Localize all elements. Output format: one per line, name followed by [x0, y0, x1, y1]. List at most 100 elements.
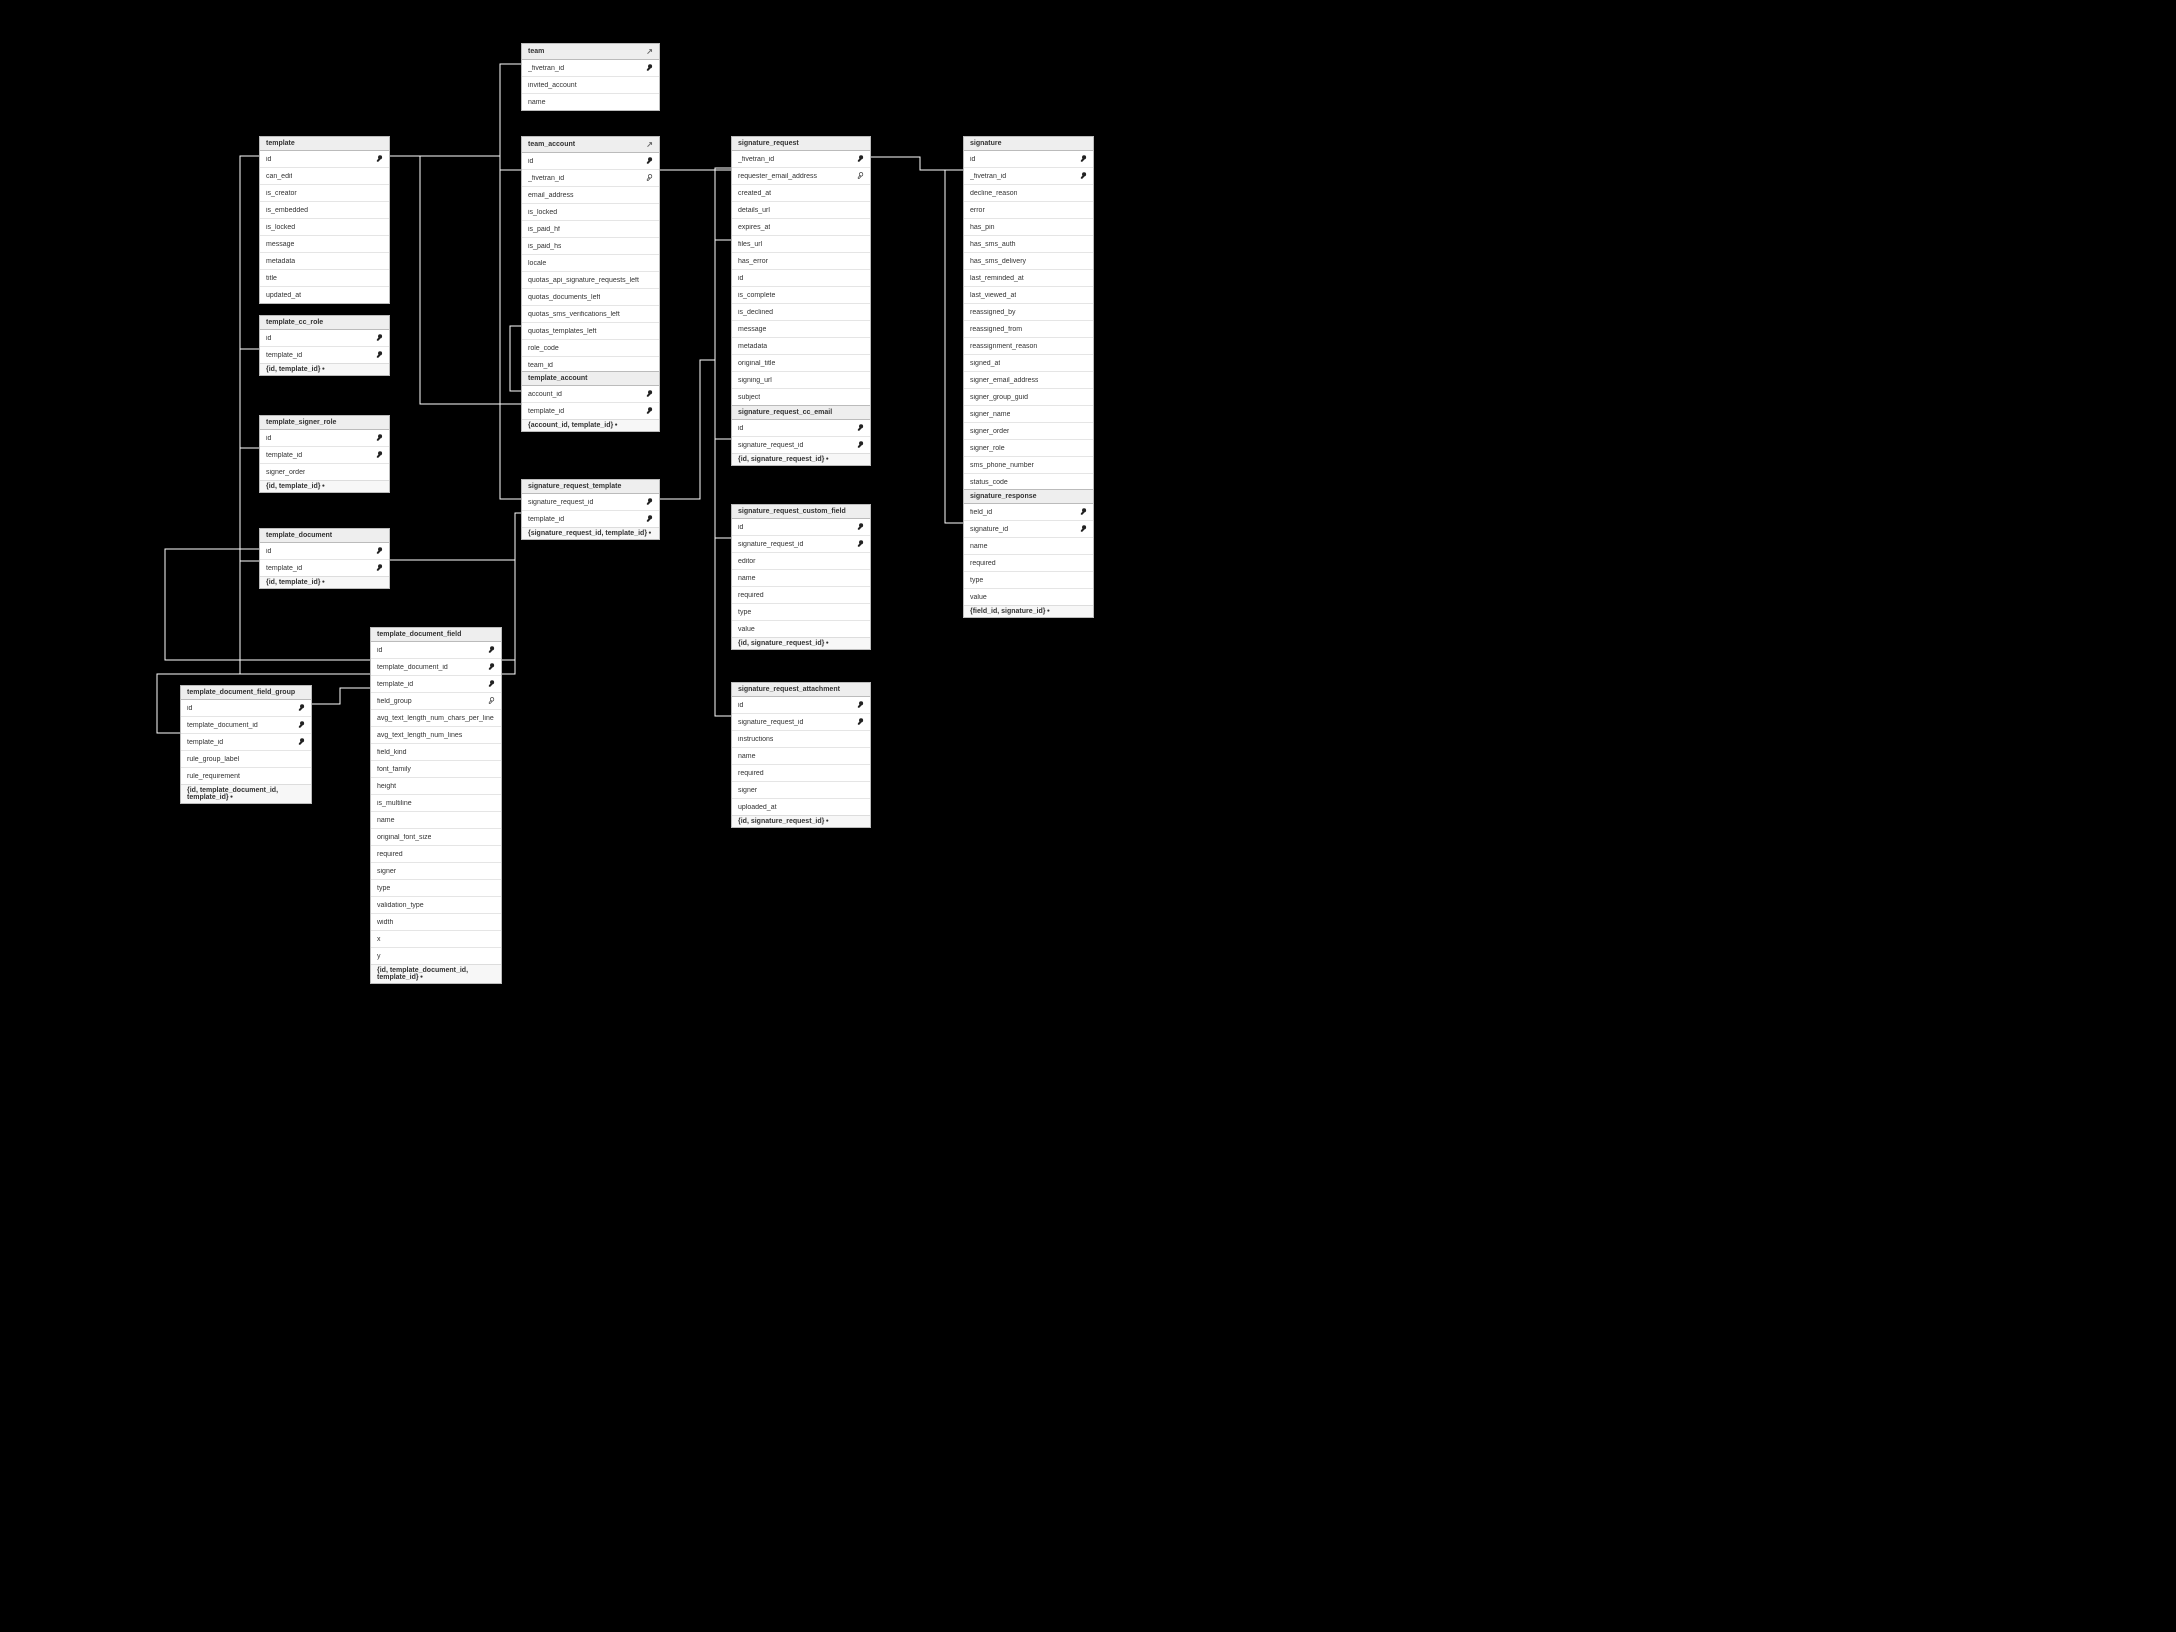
field-row: expires_at — [732, 219, 870, 236]
entity-template-document-field[interactable]: template_document_field idtemplate_docum… — [370, 627, 502, 984]
field-name: template_id — [528, 516, 564, 523]
field-row: id — [732, 697, 870, 714]
field-row: is_locked — [260, 219, 389, 236]
field-row: is_declined — [732, 304, 870, 321]
entity-signature-request-attachment[interactable]: signature_request_attachment idsignature… — [731, 682, 871, 828]
field-row: is_multiline — [371, 795, 501, 812]
field-row: id — [260, 543, 389, 560]
field-name: title — [266, 275, 277, 282]
field-name: type — [970, 577, 983, 584]
field-name: avg_text_length_num_lines — [377, 732, 462, 739]
field-row: quotas_documents_left — [522, 289, 659, 306]
entity-header: signature_request_attachment — [732, 683, 870, 697]
entity-template[interactable]: template idcan_editis_creatoris_embedded… — [259, 136, 390, 304]
field-name: name — [970, 543, 988, 550]
field-row: template_document_id — [181, 717, 311, 734]
field-row: name — [732, 570, 870, 587]
external-link-icon: ↗ — [646, 140, 653, 149]
external-link-icon: ↗ — [646, 47, 653, 56]
field-row: _fivetran_id — [964, 168, 1093, 185]
field-name: reassignment_reason — [970, 343, 1037, 350]
field-name: signer_email_address — [970, 377, 1038, 384]
field-name: files_url — [738, 241, 762, 248]
field-row: validation_type — [371, 897, 501, 914]
field-row: _fivetran_id — [522, 60, 659, 77]
field-name: sms_phone_number — [970, 462, 1034, 469]
entity-title: template_document_field_group — [187, 689, 295, 696]
entity-header: team ↗ — [522, 44, 659, 60]
entity-signature-request-custom-field[interactable]: signature_request_custom_field idsignatu… — [731, 504, 871, 650]
field-name: id — [266, 548, 271, 555]
field-name: is_paid_hf — [528, 226, 560, 233]
field-row: uploaded_at — [732, 799, 870, 815]
field-name: id — [266, 435, 271, 442]
field-row: signing_url — [732, 372, 870, 389]
field-row: template_document_id — [371, 659, 501, 676]
entity-title: template_document — [266, 532, 332, 539]
field-name: field_group — [377, 698, 412, 705]
field-row: value — [964, 589, 1093, 605]
field-name: uploaded_at — [738, 804, 777, 811]
entity-title: team_account — [528, 141, 575, 148]
field-row: required — [964, 555, 1093, 572]
field-row: locale — [522, 255, 659, 272]
field-name: quotas_documents_left — [528, 294, 600, 301]
entity-template-cc-role[interactable]: template_cc_role idtemplate_id {id, temp… — [259, 315, 390, 376]
field-name: is_locked — [528, 209, 557, 216]
field-name: validation_type — [377, 902, 424, 909]
field-row: id — [181, 700, 311, 717]
entity-title: team — [528, 48, 544, 55]
primary-key-icon — [1080, 508, 1087, 517]
entity-header: template_cc_role — [260, 316, 389, 330]
entity-template-document-field-group[interactable]: template_document_field_group idtemplate… — [180, 685, 312, 804]
field-row: rule_group_label — [181, 751, 311, 768]
field-row: is_embedded — [260, 202, 389, 219]
field-row: subject — [732, 389, 870, 406]
field-name: _fivetran_id — [738, 156, 774, 163]
field-name: signature_request_id — [738, 541, 803, 548]
field-name: signed_at — [970, 360, 1000, 367]
field-row: has_sms_delivery — [964, 253, 1093, 270]
field-name: message — [266, 241, 294, 248]
field-name: account_id — [528, 391, 562, 398]
field-row: _fivetran_id — [522, 170, 659, 187]
entity-template-signer-role[interactable]: template_signer_role idtemplate_idsigner… — [259, 415, 390, 493]
field-name: font_family — [377, 766, 411, 773]
field-name: is_locked — [266, 224, 295, 231]
field-row: reassigned_from — [964, 321, 1093, 338]
field-name: invited_account — [528, 82, 577, 89]
foreign-key-icon — [488, 697, 495, 706]
field-row: id — [964, 151, 1093, 168]
field-row: decline_reason — [964, 185, 1093, 202]
field-row: updated_at — [260, 287, 389, 303]
entity-rows: signature_request_idtemplate_id — [522, 494, 659, 527]
entity-header: team_account ↗ — [522, 137, 659, 153]
field-row: metadata — [732, 338, 870, 355]
field-name: locale — [528, 260, 546, 267]
field-row: field_group — [371, 693, 501, 710]
primary-key-icon — [376, 451, 383, 460]
field-name: instructions — [738, 736, 773, 743]
field-name: signature_request_id — [738, 442, 803, 449]
entity-note: {id, template_document_id, template_id} — [181, 784, 311, 803]
field-name: is_creator — [266, 190, 297, 197]
field-row: name — [964, 538, 1093, 555]
field-name: metadata — [738, 343, 767, 350]
entity-template-document[interactable]: template_document idtemplate_id {id, tem… — [259, 528, 390, 589]
entity-signature-request-cc-email[interactable]: signature_request_cc_email idsignature_r… — [731, 405, 871, 466]
entity-rows: field_idsignature_idnamerequiredtypevalu… — [964, 504, 1093, 605]
entity-team[interactable]: team ↗ _fivetran_id invited_accountname — [521, 43, 660, 111]
entity-signature-response[interactable]: signature_response field_idsignature_idn… — [963, 489, 1094, 618]
entity-team-account[interactable]: team_account ↗ id_fivetran_idemail_addre… — [521, 136, 660, 374]
entity-title: signature_request_attachment — [738, 686, 840, 693]
entity-signature-request[interactable]: signature_request _fivetran_idrequester_… — [731, 136, 871, 423]
entity-template-account[interactable]: template_account account_idtemplate_id {… — [521, 371, 660, 432]
field-name: template_id — [377, 681, 413, 688]
entity-signature[interactable]: signature id_fivetran_iddecline_reasoner… — [963, 136, 1094, 503]
field-name: name — [528, 99, 546, 106]
field-name: quotas_templates_left — [528, 328, 597, 335]
entity-signature-request-template[interactable]: signature_request_template signature_req… — [521, 479, 660, 540]
field-row: created_at — [732, 185, 870, 202]
primary-key-icon — [857, 155, 864, 164]
primary-key-icon — [488, 680, 495, 689]
